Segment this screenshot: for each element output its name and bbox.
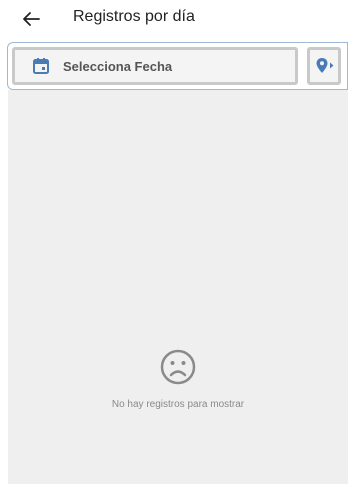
empty-state: No hay registros para mostrar xyxy=(8,348,348,410)
back-button[interactable] xyxy=(20,9,44,29)
arrow-left-icon xyxy=(23,12,40,26)
empty-message: No hay registros para mostrar xyxy=(111,399,245,410)
records-list: No hay registros para mostrar xyxy=(8,90,348,484)
date-picker-field[interactable]: Selecciona Fecha xyxy=(12,47,298,85)
date-placeholder: Selecciona Fecha xyxy=(63,59,173,74)
location-pin-icon xyxy=(316,58,334,73)
sad-face-icon xyxy=(160,349,196,385)
calendar-icon xyxy=(33,58,49,74)
app-bar: Registros por día xyxy=(0,0,348,38)
page-title: Registros por día xyxy=(73,8,195,25)
location-button[interactable] xyxy=(307,47,341,85)
